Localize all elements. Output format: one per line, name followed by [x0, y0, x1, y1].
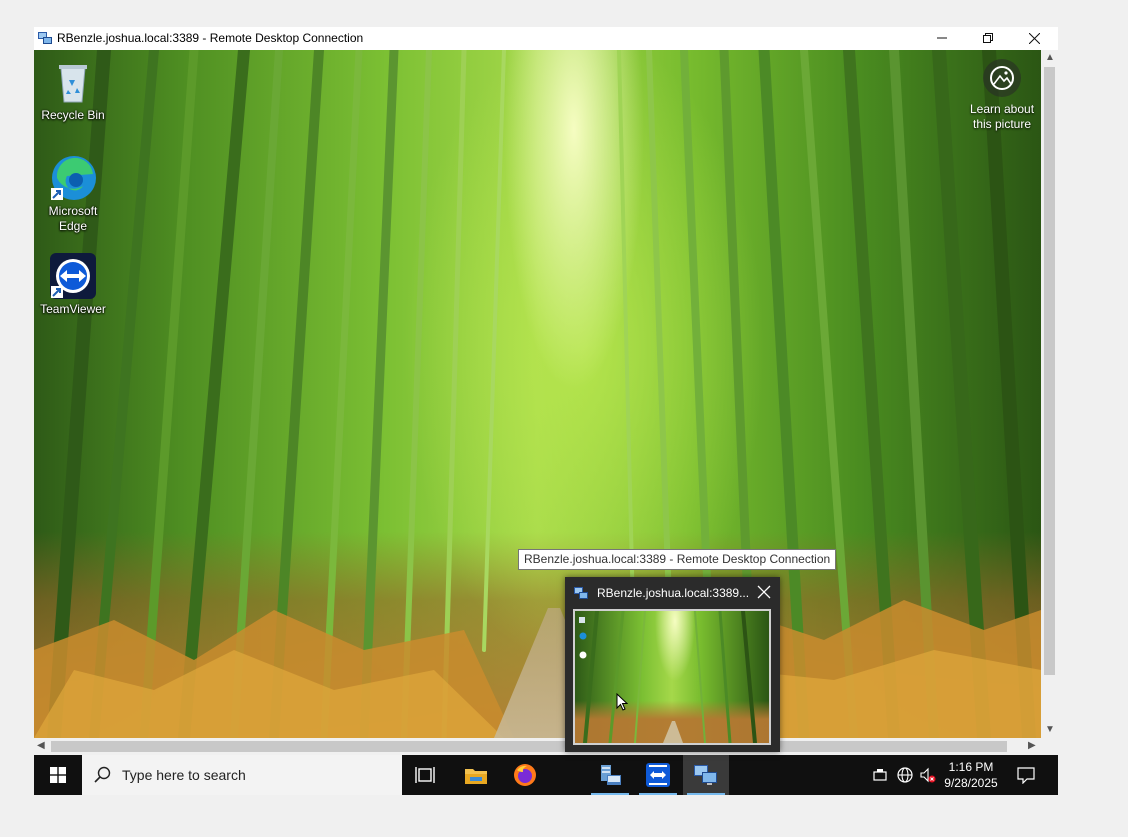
taskbar: Type here to search 1:16 PM 9/28/2025: [34, 755, 1058, 795]
server-manager-icon: [601, 765, 621, 785]
volume-muted-icon[interactable]: [920, 767, 936, 783]
network-adapter-icon[interactable]: [872, 767, 888, 783]
scroll-up-icon[interactable]: ▲: [1045, 52, 1055, 63]
preview-close-icon[interactable]: [756, 584, 772, 600]
firefox-icon: [514, 764, 536, 786]
file-explorer-icon: [465, 769, 487, 784]
taskbar-teamviewer[interactable]: [635, 755, 681, 795]
running-indicator: [687, 793, 725, 795]
recycle-bin-icon: [59, 65, 87, 103]
title-bar[interactable]: RBenzle.joshua.local:3389 - Remote Deskt…: [34, 27, 1058, 50]
taskbar-server-manager[interactable]: [587, 755, 633, 795]
remote-desktop-icon: [694, 765, 717, 785]
preview-thumbnail-image[interactable]: [573, 609, 771, 745]
taskbar-thumbnail-preview[interactable]: RBenzle.joshua.local:3389...: [565, 577, 780, 752]
mouse-cursor-icon: [616, 693, 628, 711]
task-view-icon: [415, 767, 435, 783]
thumbnail-bamboo-image: [579, 611, 757, 743]
remote-desktop-window: RBenzle.joshua.local:3389 - Remote Deskt…: [34, 27, 1058, 795]
preview-title: RBenzle.joshua.local:3389...: [597, 586, 750, 600]
start-button[interactable]: [34, 755, 82, 795]
edge-label: Microsoft Edge: [48, 204, 98, 233]
learn-about-picture[interactable]: Learn about this picture: [963, 59, 1041, 132]
teamviewer-label: TeamViewer: [40, 302, 106, 316]
camera-icon: [990, 66, 1014, 90]
restore-icon: [983, 33, 993, 43]
taskbar-tooltip: RBenzle.joshua.local:3389 - Remote Deskt…: [518, 549, 837, 570]
notifications-icon[interactable]: [1017, 766, 1035, 784]
horizontal-scrollbar[interactable]: ◀ ▶: [34, 738, 1041, 755]
taskbar-remote-desktop[interactable]: [683, 755, 729, 795]
scroll-corner: [1041, 738, 1058, 755]
edge-icon: [51, 156, 96, 200]
scroll-left-icon[interactable]: ◀: [37, 740, 45, 751]
horizontal-scroll-thumb[interactable]: [51, 741, 1007, 752]
running-indicator: [639, 793, 677, 795]
search-icon: [94, 766, 111, 783]
desktop-icon-teamviewer[interactable]: TeamViewer: [34, 252, 112, 317]
close-icon: [1028, 32, 1040, 44]
taskbar-task-view[interactable]: [402, 755, 448, 795]
recycle-bin-label: Recycle Bin: [41, 108, 105, 122]
vertical-scroll-thumb[interactable]: [1044, 67, 1055, 675]
teamviewer-icon: [50, 253, 96, 299]
taskbar-firefox[interactable]: [502, 755, 548, 795]
restore-button[interactable]: [965, 27, 1011, 49]
remote-desktop-wallpaper[interactable]: Recycle Bin Microsoft Edge TeamViewer Le…: [34, 50, 1041, 738]
taskbar-clock[interactable]: 1:16 PM 9/28/2025: [940, 759, 1002, 791]
minimize-button[interactable]: [919, 27, 965, 49]
taskbar-search-box[interactable]: Type here to search: [82, 755, 402, 795]
search-placeholder: Type here to search: [122, 767, 246, 783]
minimize-icon: [937, 37, 947, 39]
window-title: RBenzle.joshua.local:3389 - Remote Deskt…: [57, 31, 364, 45]
rdp-app-icon: [38, 32, 52, 44]
running-indicator: [591, 793, 629, 795]
vertical-scrollbar[interactable]: ▲ ▼: [1041, 50, 1058, 738]
close-button[interactable]: [1011, 27, 1057, 49]
rdp-preview-icon: [574, 587, 588, 599]
desktop-icon-edge[interactable]: Microsoft Edge: [34, 154, 112, 234]
teamviewer-taskbar-icon: [646, 763, 670, 787]
clock-time: 1:16 PM: [948, 760, 994, 774]
clock-date: 9/28/2025: [944, 776, 998, 790]
desktop-icon-recycle-bin[interactable]: Recycle Bin: [34, 58, 112, 123]
windows-logo-icon: [50, 767, 66, 783]
globe-icon[interactable]: [897, 767, 913, 783]
taskbar-file-explorer[interactable]: [453, 755, 499, 795]
scroll-down-icon[interactable]: ▼: [1045, 724, 1055, 735]
learn-label: Learn about this picture: [969, 102, 1035, 131]
scroll-right-icon[interactable]: ▶: [1028, 740, 1036, 751]
